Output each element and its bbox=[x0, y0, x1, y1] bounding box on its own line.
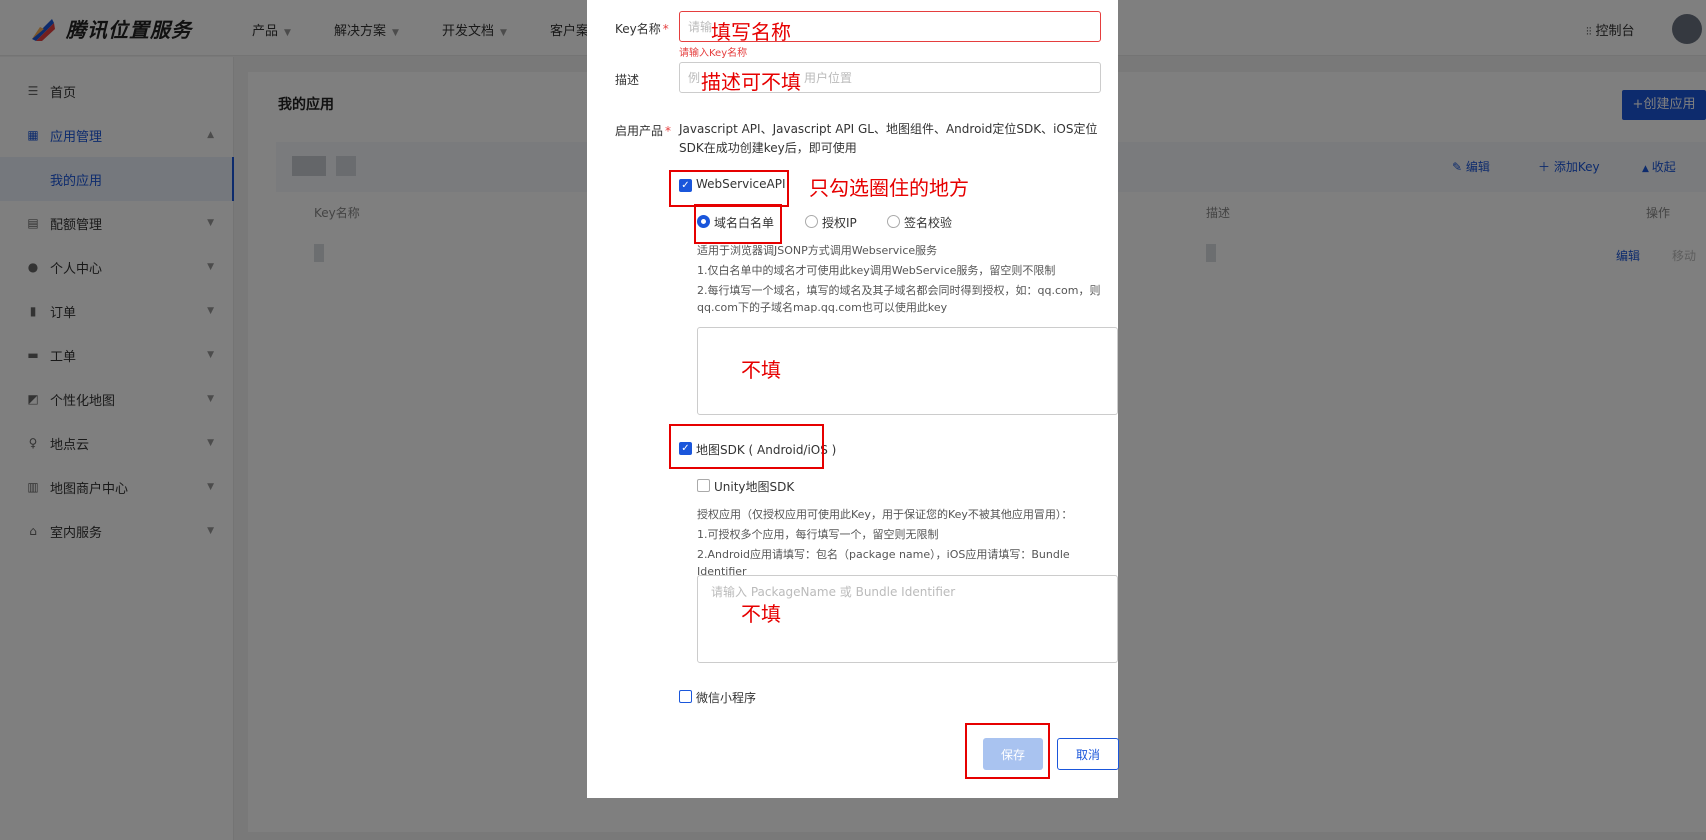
annotation-description-optional: 描述可不填 bbox=[701, 70, 801, 94]
highlight-map-sdk bbox=[669, 424, 824, 469]
key-name-error: 请输入Key名称 bbox=[679, 48, 748, 59]
create-key-dialog: Key名称 * 请输 请输入Key名称 填写名称 描述 例用户位置 描述可不填 启… bbox=[587, 0, 1119, 798]
annotation-leave-empty-1: 不填 bbox=[741, 358, 781, 382]
wechat-mini-program-checkbox[interactable] bbox=[679, 690, 692, 703]
authorized-ip-radio[interactable] bbox=[805, 215, 818, 228]
products-description: Javascript API、Javascript API GL、地图组件、An… bbox=[679, 122, 1098, 155]
webservice-note-3: 2.每行填写一个域名，填写的域名及其子域名都会同时得到授权，如：qq.com，则… bbox=[697, 284, 1101, 314]
sdk-note-1: 授权应用（仅授权应用可使用此Key，用于保证您的Key不被其他应用冒用）： bbox=[697, 508, 1073, 521]
highlight-domain-whitelist bbox=[694, 204, 782, 244]
annotation-leave-empty-2: 不填 bbox=[741, 602, 781, 626]
signature-check-radio[interactable] bbox=[887, 215, 900, 228]
highlight-save bbox=[965, 723, 1050, 779]
webservice-note-2: 1.仅白名单中的域名才可使用此key调用WebService服务，留空则不限制 bbox=[697, 264, 1056, 277]
products-label: 启用产品 * bbox=[615, 124, 672, 138]
description-label: 描述 bbox=[615, 73, 640, 87]
key-name-label: Key名称 * bbox=[615, 22, 669, 36]
unity-sdk-label[interactable]: Unity地图SDK bbox=[714, 478, 794, 495]
wechat-mini-program-label[interactable]: 微信小程序 bbox=[696, 689, 756, 706]
signature-check-label[interactable]: 签名校验 bbox=[904, 214, 952, 231]
annotation-fill-name: 填写名称 bbox=[711, 20, 791, 44]
unity-sdk-checkbox[interactable] bbox=[697, 479, 710, 492]
authorized-ip-label[interactable]: 授权IP bbox=[822, 214, 857, 231]
sdk-note-2: 1.可授权多个应用，每行填写一个，留空则无限制 bbox=[697, 528, 939, 541]
highlight-webservice bbox=[669, 170, 789, 207]
cancel-button[interactable]: 取消 bbox=[1057, 738, 1119, 770]
annotation-only-check: 只勾选圈住的地方 bbox=[809, 176, 969, 200]
webservice-note-1: 适用于浏览器调JSONP方式调用Webservice服务 bbox=[697, 244, 938, 257]
